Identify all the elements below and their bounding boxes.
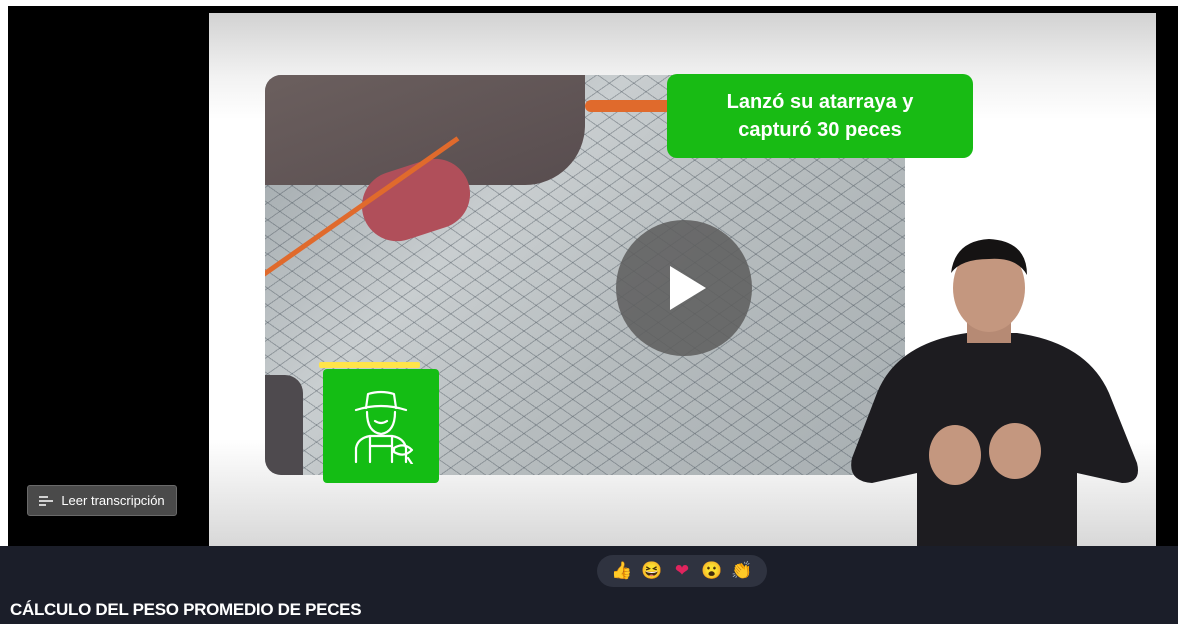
read-transcript-button[interactable]: Leer transcripción <box>27 485 177 516</box>
transcript-lines-icon <box>39 495 54 506</box>
fisherman-tile <box>323 369 439 483</box>
heart-reaction-icon[interactable]: ❤ <box>671 560 693 582</box>
video-player[interactable]: Lanzó su atarraya y capturó 30 peces Lee… <box>8 6 1178 546</box>
read-transcript-label: Leer transcripción <box>61 493 165 508</box>
reactions-bar: 👍 😆 ❤ 😮 👏 <box>597 555 767 587</box>
post <box>265 375 303 475</box>
thumbs-up-reaction-icon[interactable]: 👍 <box>611 560 633 582</box>
clapping-reaction-icon[interactable]: 👏 <box>731 560 753 582</box>
tile-accent <box>319 362 420 368</box>
fisherman-icon <box>354 390 414 464</box>
video-frame[interactable]: Lanzó su atarraya y capturó 30 peces <box>209 13 1156 546</box>
surprised-reaction-icon[interactable]: 😮 <box>701 560 723 582</box>
laughing-reaction-icon[interactable]: 😆 <box>641 560 663 582</box>
sign-language-interpreter <box>851 239 1138 546</box>
play-button[interactable] <box>616 220 752 356</box>
video-caption-box: Lanzó su atarraya y capturó 30 peces <box>667 74 973 158</box>
video-caption: Lanzó su atarraya y capturó 30 peces <box>726 91 914 141</box>
play-icon <box>670 266 706 310</box>
page-title: CÁLCULO DEL PESO PROMEDIO DE PECES <box>10 600 362 619</box>
